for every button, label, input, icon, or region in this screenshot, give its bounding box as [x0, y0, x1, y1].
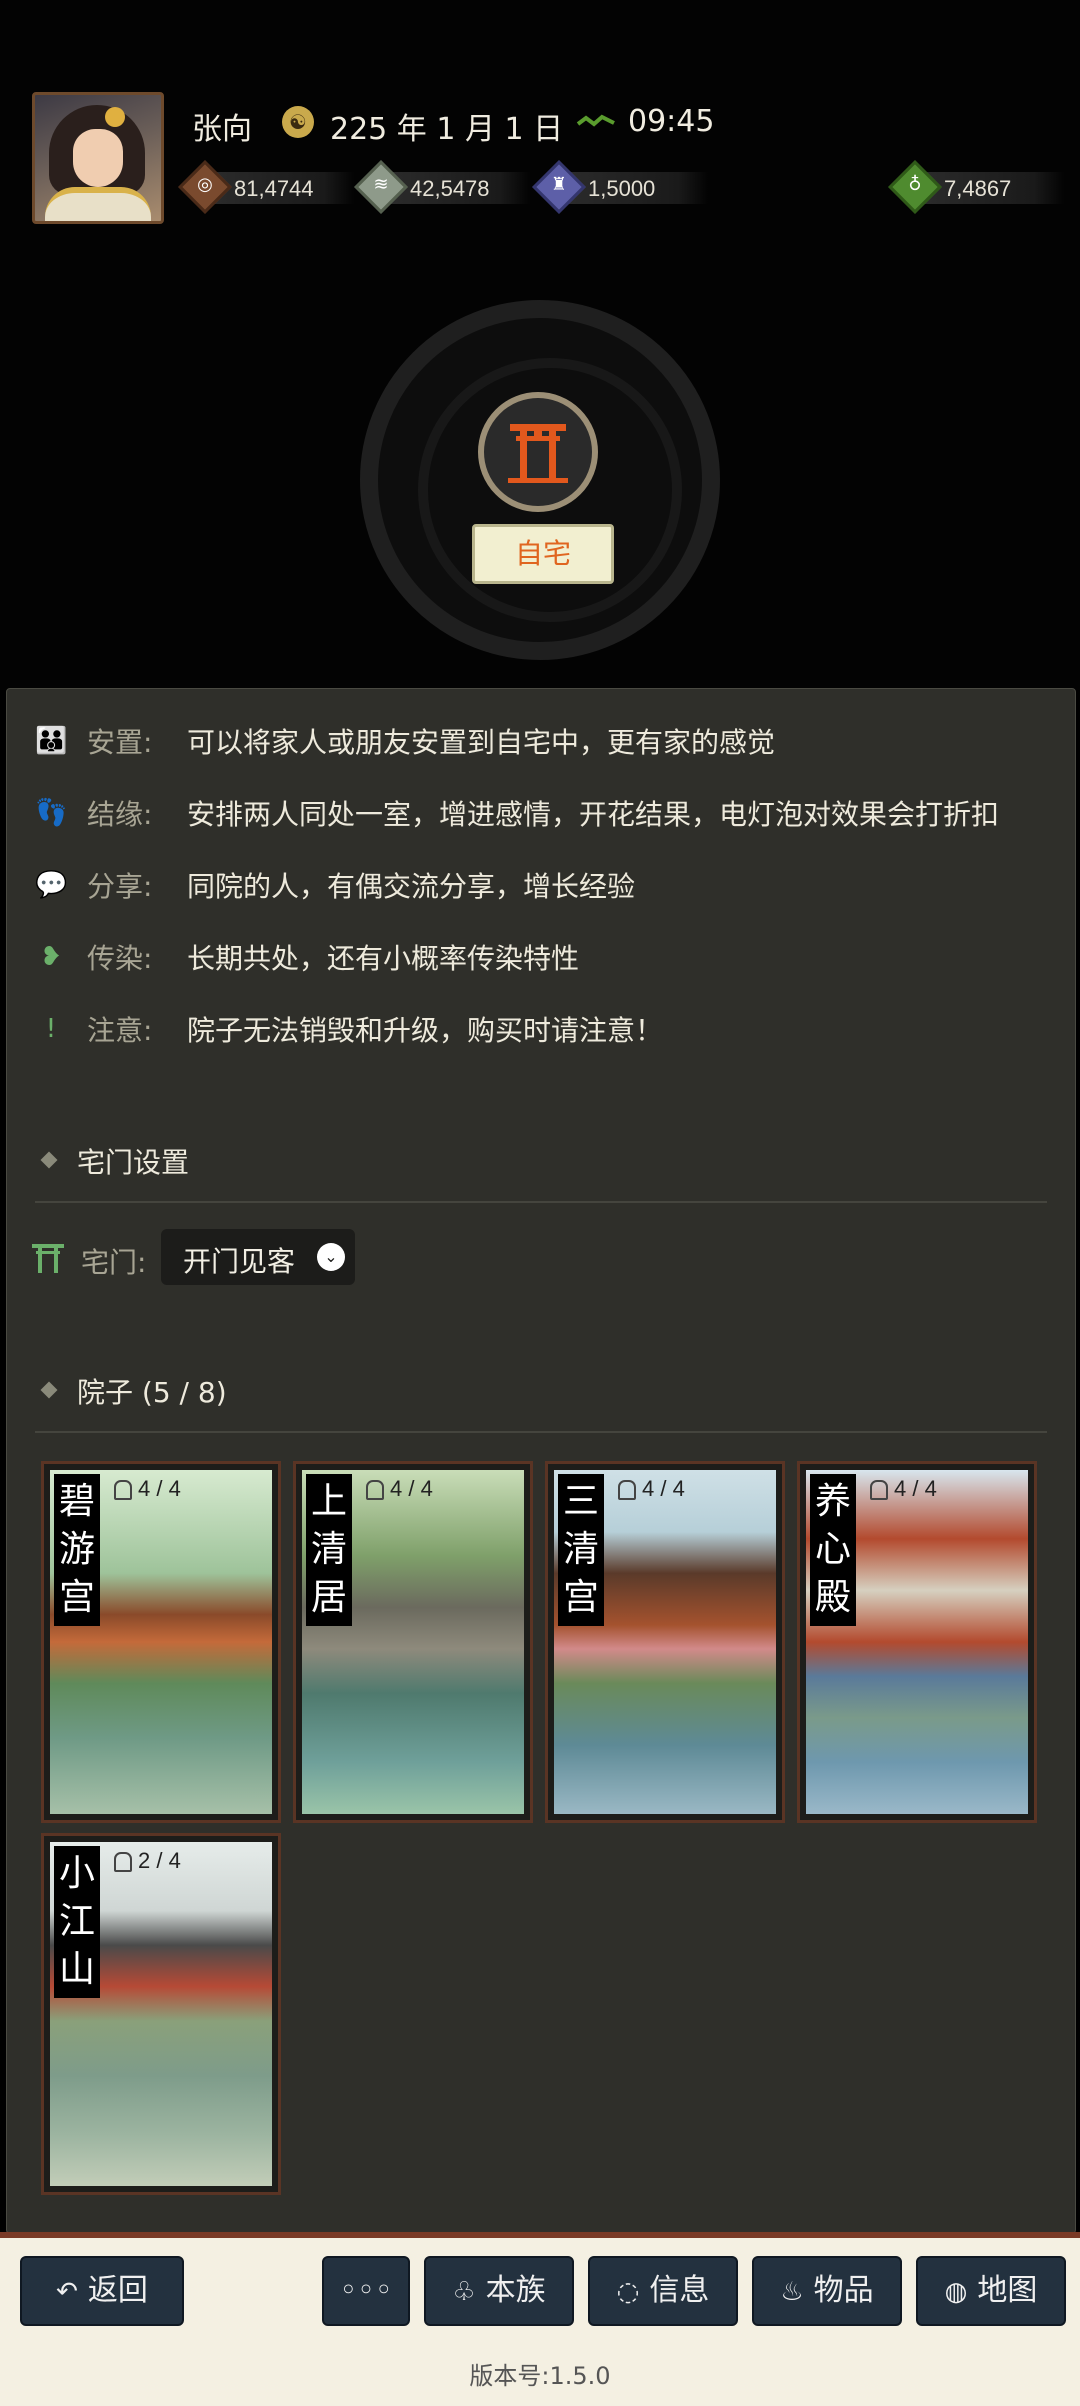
items-button[interactable]: ♨ 物品 [752, 2256, 902, 2326]
person-icon [870, 1480, 888, 1501]
soldier-icon: ♜ [550, 174, 568, 195]
chevron-down-icon: ⌄ [317, 1243, 345, 1271]
clan-button[interactable]: ♧ 本族 [424, 2256, 574, 2326]
person-icon [366, 1480, 384, 1501]
status-header: 张向 ☯ 225 年 1 月 1 日 09:45 ◎ 81,4744 ≋ 42,… [0, 0, 1080, 690]
globe-icon: ◍ [944, 2277, 968, 2307]
player-name: 张向 [192, 112, 252, 147]
courtyard-card[interactable]: 三清宫 4 / 4 [545, 1461, 785, 1823]
footprints-icon: 👣 [35, 798, 68, 828]
courtyard-card[interactable]: 碧游宫 4 / 4 [41, 1461, 281, 1823]
player-avatar[interactable] [32, 92, 164, 224]
courtyard-capacity: 4 / 4 [870, 1476, 937, 1502]
person-icon [618, 1480, 636, 1501]
courtyard-name: 三清宫 [558, 1474, 604, 1626]
game-time: 09:45 [628, 104, 715, 139]
home-gate-icon [478, 392, 598, 512]
more-dots-icon: ◦◦◦ [339, 2273, 393, 2308]
divider [35, 1201, 1047, 1203]
info-button[interactable]: ◌ 信息 [588, 2256, 738, 2326]
map-button[interactable]: ◍ 地图 [916, 2256, 1066, 2326]
person-icon [114, 1852, 132, 1873]
gate-mode-value: 开门见客 [183, 1245, 296, 1278]
money-bag-icon: ♁ [908, 174, 922, 195]
home-panel: 👪 安置: 可以将家人或朋友安置到自宅中，更有家的感觉 👣 结缘: 安排两人同处… [6, 688, 1076, 2234]
courtyard-name: 碧游宫 [54, 1474, 100, 1626]
diamond-bullet-icon [40, 1381, 58, 1399]
courtyard-card[interactable]: 小江山 2 / 4 [41, 1833, 281, 2195]
coin-icon: ◎ [197, 174, 213, 195]
home-title-tag: 自宅 [472, 524, 614, 584]
courtyard-capacity: 4 / 4 [114, 1476, 181, 1502]
clock-icon [576, 114, 615, 127]
courtyard-name: 小江山 [54, 1846, 100, 1998]
diamond-bullet-icon [40, 1151, 58, 1169]
exclamation-icon: ! [45, 1014, 57, 1044]
family-icon: 👪 [35, 726, 68, 756]
courtyard-capacity: 4 / 4 [366, 1476, 433, 1502]
version-label: 版本号:1.5.0 [469, 2362, 611, 2390]
courtyard-name: 养心殿 [810, 1474, 856, 1626]
back-button[interactable]: ↶ 返回 [20, 2256, 184, 2326]
back-arrow-icon: ↶ [56, 2277, 78, 2307]
chat-icon: 💬 [35, 870, 68, 900]
gate-icon [32, 1244, 64, 1273]
clan-icon: ♧ [452, 2277, 476, 2307]
calendar-icon: ☯ [282, 106, 314, 138]
gate-mode-dropdown[interactable]: 开门见客 ⌄ [161, 1229, 355, 1285]
chat-bubble-icon: ◌ [616, 2277, 640, 2307]
person-icon [114, 1480, 132, 1501]
broken-heart-icon: ❥ [40, 942, 62, 972]
gate-settings-title: 宅门设置 [40, 1141, 189, 1181]
courtyard-card[interactable]: 上清居 4 / 4 [293, 1461, 533, 1823]
gate-label: 宅门: [81, 1246, 147, 1279]
items-icon: ♨ [780, 2277, 804, 2307]
courtyard-capacity: 2 / 4 [114, 1848, 181, 1874]
courtyards-title: 院子 (5 / 8) [40, 1371, 227, 1411]
grain-icon: ≋ [373, 174, 389, 195]
courtyard-card[interactable]: 养心殿 4 / 4 [797, 1461, 1037, 1823]
divider [35, 1431, 1047, 1433]
more-button[interactable]: ◦◦◦ [322, 2256, 410, 2326]
courtyard-name: 上清居 [306, 1474, 352, 1626]
bottom-nav: ↶ 返回 ◦◦◦ ♧ 本族 ◌ 信息 ♨ 物品 ◍ 地图 版本号:1.5.0 [0, 2232, 1080, 2406]
game-date: 225 年 1 月 1 日 [330, 112, 564, 147]
courtyard-capacity: 4 / 4 [618, 1476, 685, 1502]
